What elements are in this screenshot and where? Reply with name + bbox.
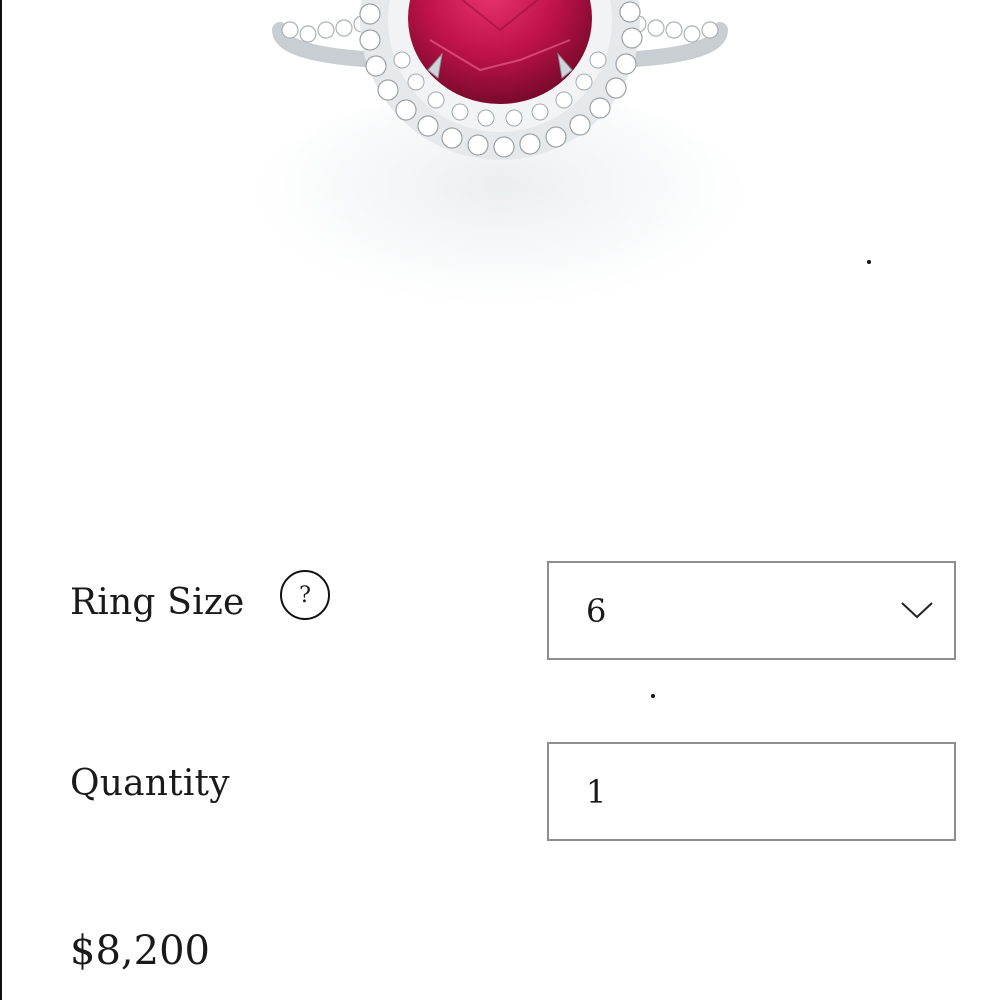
dust-speck <box>651 694 655 698</box>
ring-size-label: Ring Size <box>70 582 245 623</box>
product-price: $8,200 <box>70 928 210 974</box>
quantity-input[interactable]: 1 <box>547 742 956 841</box>
question-circle-icon[interactable]: ? <box>280 570 330 620</box>
ring-size-selected-value: 6 <box>586 591 607 630</box>
ring-size-select[interactable]: 6 <box>547 561 956 660</box>
help-glyph: ? <box>299 582 311 608</box>
chevron-down-icon <box>901 602 933 619</box>
quantity-label: Quantity <box>70 763 230 804</box>
quantity-value: 1 <box>586 772 607 811</box>
product-image <box>180 0 820 340</box>
ring-illustration <box>250 0 750 330</box>
left-edge-border <box>0 0 2 1000</box>
dust-speck <box>867 260 871 264</box>
